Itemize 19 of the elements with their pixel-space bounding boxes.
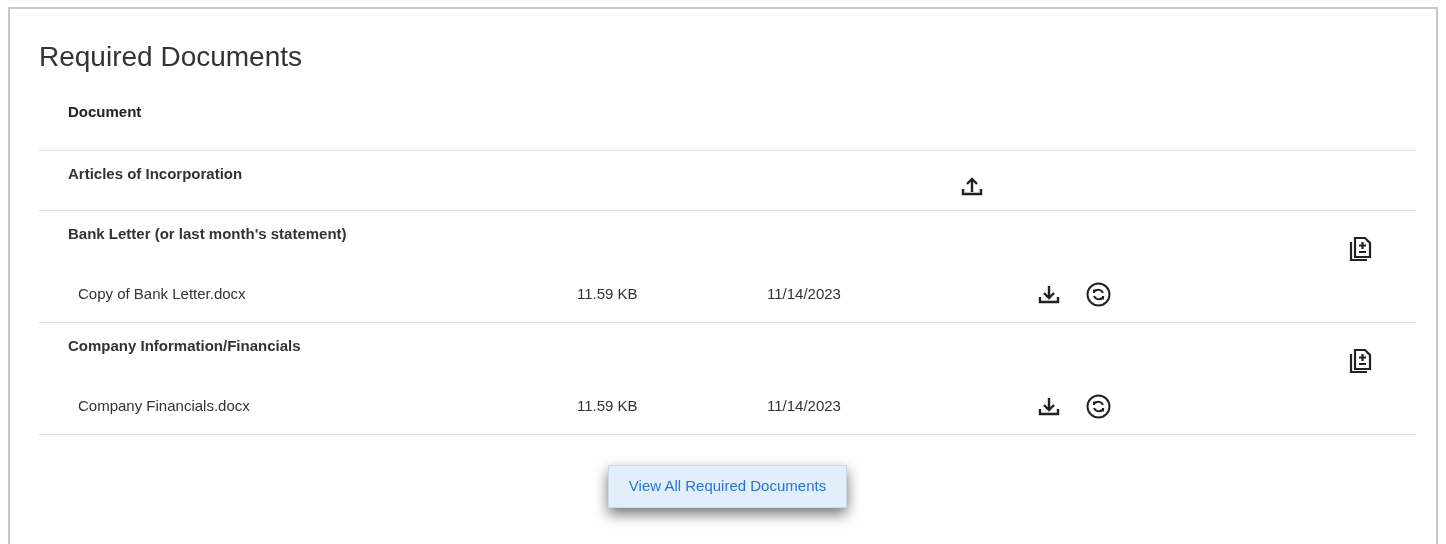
- document-name: Company Information/Financials: [68, 337, 301, 354]
- upload-icon[interactable]: [961, 175, 983, 197]
- section-title: Required Documents: [39, 40, 304, 74]
- file-name: Company Financials.docx: [78, 396, 250, 414]
- file-date: 11/14/2023: [767, 284, 841, 302]
- column-header: Document: [68, 103, 142, 120]
- download-icon[interactable]: [1038, 395, 1060, 417]
- add-document-icon[interactable]: [1349, 348, 1373, 374]
- file-size: 11.59 KB: [577, 284, 638, 302]
- view-all-button[interactable]: View All Required Documents: [607, 465, 848, 508]
- sync-icon[interactable]: [1086, 393, 1111, 419]
- download-icon[interactable]: [1038, 283, 1060, 305]
- file-name: Copy of Bank Letter.docx: [78, 284, 246, 302]
- file-date: 11/14/2023: [767, 396, 841, 414]
- document-name: Bank Letter (or last month's statement): [68, 225, 347, 242]
- document-name: Articles of Incorporation: [68, 165, 243, 182]
- add-document-icon[interactable]: [1349, 236, 1373, 262]
- file-size: 11.59 KB: [577, 396, 638, 414]
- sync-icon[interactable]: [1086, 281, 1111, 307]
